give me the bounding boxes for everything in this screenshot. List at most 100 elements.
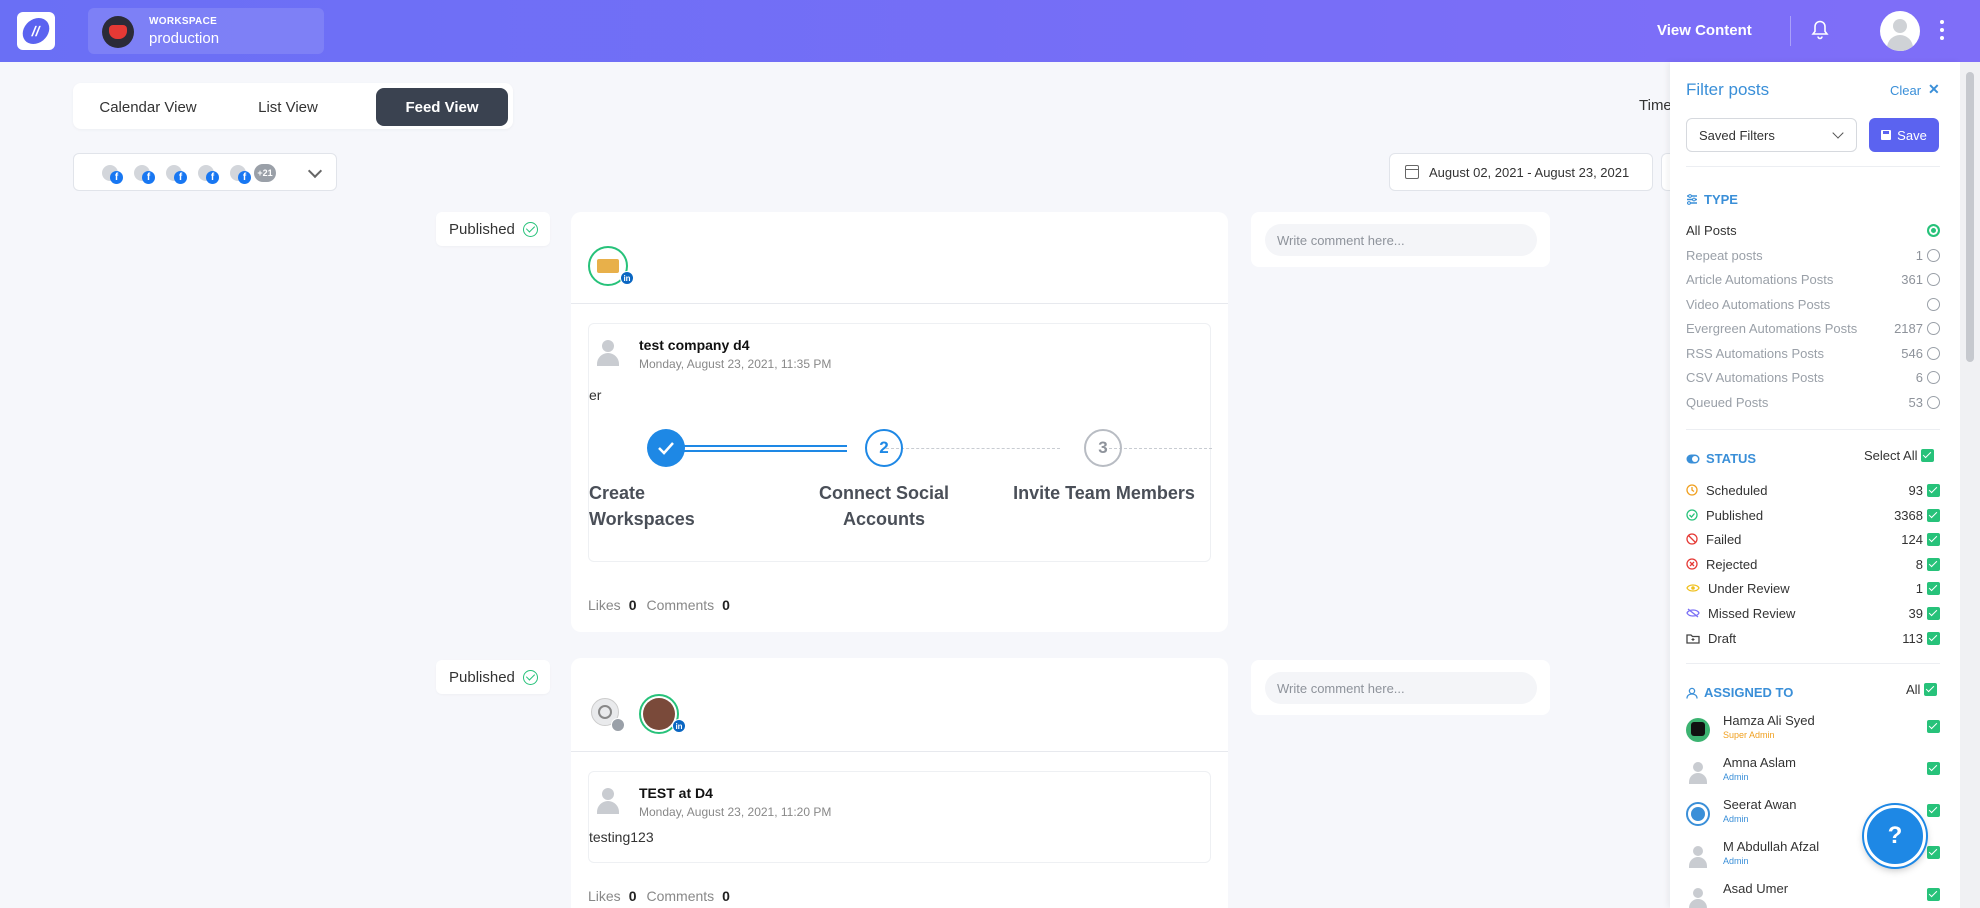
- scrollbar-thumb[interactable]: [1966, 72, 1974, 362]
- checkbox-checked[interactable]: [1927, 483, 1940, 497]
- linkedin-icon: in: [620, 271, 634, 285]
- post-card: in TEST at D4 Monday, August 23, 2021, 1…: [571, 658, 1228, 908]
- type-filter-all-posts[interactable]: All Posts: [1686, 220, 1940, 240]
- radio[interactable]: [1927, 272, 1940, 286]
- clock-icon: [1686, 484, 1698, 496]
- step-progress-line: [673, 445, 847, 452]
- select-all-members[interactable]: All: [1906, 682, 1938, 697]
- type-heading-label: TYPE: [1704, 192, 1738, 207]
- checkbox-checked[interactable]: [1921, 449, 1935, 462]
- checkbox-checked[interactable]: [1927, 557, 1940, 571]
- radio[interactable]: [1927, 321, 1940, 335]
- radio[interactable]: [1927, 395, 1940, 409]
- type-filter-article-automations[interactable]: Article Automations Posts 361: [1686, 269, 1940, 289]
- bell-icon[interactable]: [1811, 20, 1829, 40]
- facebook-account-icon: f: [166, 165, 188, 184]
- step-pending-line: [886, 448, 1060, 449]
- status-filter-failed[interactable]: Failed 124: [1686, 529, 1940, 549]
- poster-avatar: [597, 788, 619, 814]
- status-filter-published[interactable]: Published 3368: [1686, 505, 1940, 525]
- checkbox-checked[interactable]: [1927, 631, 1940, 645]
- step-pending-circle: 3: [1084, 429, 1122, 467]
- save-filter-button[interactable]: Save: [1869, 118, 1939, 152]
- type-filter-label: Video Automations Posts: [1686, 296, 1831, 312]
- type-filter-queued-posts[interactable]: Queued Posts 53: [1686, 392, 1940, 412]
- view-content-link[interactable]: View Content: [1657, 22, 1752, 39]
- radio[interactable]: [1927, 346, 1940, 360]
- comment-input[interactable]: [1265, 672, 1537, 704]
- help-button[interactable]: ?: [1864, 805, 1926, 867]
- wordpress-icon: [598, 705, 612, 719]
- radio[interactable]: [1927, 248, 1940, 262]
- user-avatar[interactable]: [1880, 11, 1920, 51]
- radio[interactable]: [1927, 297, 1940, 311]
- step-done-circle: [647, 429, 685, 467]
- date-range-picker[interactable]: August 02, 2021 - August 23, 2021: [1389, 153, 1653, 191]
- save-icon: [1881, 130, 1892, 140]
- checkbox-checked[interactable]: [1927, 720, 1940, 733]
- avatar: [1686, 886, 1710, 908]
- post-preview: test company d4 Monday, August 23, 2021,…: [588, 323, 1212, 562]
- type-filter-csv-automations[interactable]: CSV Automations Posts 6: [1686, 367, 1940, 387]
- status-filter-under-review[interactable]: Under Review 1: [1686, 578, 1940, 598]
- workspace-name: production: [149, 30, 220, 47]
- close-icon[interactable]: ✕: [1928, 81, 1940, 98]
- account-thumbnail: [597, 259, 619, 273]
- checkbox-checked[interactable]: [1927, 581, 1940, 595]
- status-filter-rejected[interactable]: Rejected 8: [1686, 554, 1940, 574]
- saved-filters-select[interactable]: Saved Filters: [1686, 118, 1857, 152]
- member-item[interactable]: Amna Aslam Admin: [1686, 755, 1940, 789]
- step-current-circle: 2: [865, 429, 903, 467]
- time-label: Time: [1639, 97, 1672, 114]
- clear-filters-link[interactable]: Clear: [1890, 83, 1921, 98]
- tab-calendar-view[interactable]: Calendar View: [83, 88, 213, 126]
- checkbox-checked[interactable]: [1927, 606, 1940, 620]
- status-filter-scheduled[interactable]: Scheduled 93: [1686, 480, 1940, 500]
- checkbox-checked[interactable]: [1927, 846, 1940, 859]
- check-circle-icon: [1686, 509, 1698, 521]
- type-section-heading: TYPE: [1686, 192, 1738, 207]
- tab-feed-view[interactable]: Feed View: [376, 88, 508, 126]
- status-filter-missed-review[interactable]: Missed Review 39: [1686, 603, 1940, 623]
- checkbox-checked[interactable]: [1924, 683, 1938, 696]
- checkbox-checked[interactable]: [1927, 532, 1940, 546]
- member-item[interactable]: Asad Umer: [1686, 881, 1940, 908]
- filter-panel-title: Filter posts: [1686, 80, 1770, 99]
- type-filter-rss-automations[interactable]: RSS Automations Posts 546: [1686, 343, 1940, 363]
- status-filter-draft[interactable]: Draft 113: [1686, 628, 1940, 648]
- checkbox-checked[interactable]: [1927, 804, 1940, 817]
- all-label: All: [1906, 682, 1921, 697]
- type-filter-video-automations[interactable]: Video Automations Posts: [1686, 294, 1940, 314]
- divider: [1686, 166, 1940, 167]
- select-all-label: Select All: [1864, 448, 1918, 463]
- avatar: [1686, 718, 1710, 742]
- radio[interactable]: [1927, 370, 1940, 384]
- status-filter-count: 39: [1908, 605, 1923, 621]
- post-text: er: [589, 387, 602, 403]
- status-badge-label: Published: [449, 668, 515, 686]
- status-badge-label: Published: [449, 220, 515, 238]
- type-filter-repeat-posts[interactable]: Repeat posts 1: [1686, 245, 1940, 265]
- checkbox-checked[interactable]: [1927, 888, 1940, 901]
- comment-input[interactable]: [1265, 224, 1537, 256]
- chevron-down-icon[interactable]: [307, 163, 323, 179]
- account-selector[interactable]: f f f f f +21: [73, 153, 337, 191]
- more-menu-icon[interactable]: [1940, 20, 1944, 40]
- workspace-avatar: [102, 16, 134, 48]
- checkbox-checked[interactable]: [1927, 762, 1940, 775]
- member-item[interactable]: Hamza Ali Syed Super Admin: [1686, 713, 1940, 747]
- checkbox-checked[interactable]: [1927, 508, 1940, 522]
- type-filter-evergreen-automations[interactable]: Evergreen Automations Posts 2187: [1686, 318, 1940, 338]
- radio-selected[interactable]: [1927, 223, 1940, 237]
- app-logo[interactable]: //: [17, 12, 55, 50]
- assigned-heading-label: ASSIGNED TO: [1704, 685, 1794, 700]
- workspace-switcher[interactable]: WORKSPACE production: [88, 8, 324, 54]
- select-all-statuses[interactable]: Select All: [1864, 448, 1935, 463]
- type-filter-count: 1: [1915, 247, 1923, 263]
- status-filter-label: Scheduled: [1706, 482, 1768, 498]
- check-circle-icon: [522, 669, 538, 685]
- page-scrollbar[interactable]: [1960, 62, 1980, 908]
- type-filter-count: 361: [1901, 271, 1923, 287]
- tab-list-view[interactable]: List View: [223, 88, 353, 126]
- filter-panel: Filter posts Clear ✕ Saved Filters Save …: [1670, 62, 1960, 908]
